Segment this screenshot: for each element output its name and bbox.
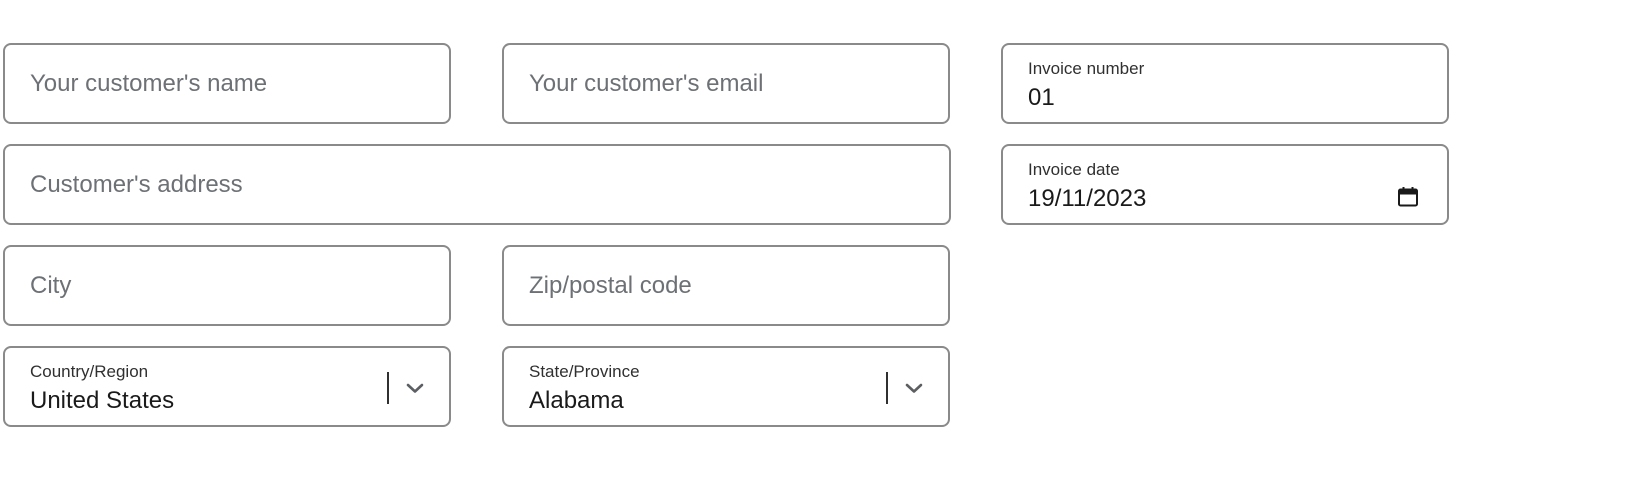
customer-email-placeholder: Your customer's email [529, 70, 764, 97]
customer-address-placeholder: Customer's address [30, 171, 243, 198]
state-label: State/Province [529, 362, 640, 381]
zip-placeholder: Zip/postal code [529, 272, 692, 299]
state-select[interactable]: State/Province Alabama [502, 346, 950, 427]
invoice-number-field[interactable]: Invoice number 01 [1001, 43, 1449, 124]
country-label: Country/Region [30, 362, 149, 381]
invoice-date-field[interactable]: Invoice date 19/11/2023 [1001, 144, 1449, 225]
city-placeholder: City [30, 272, 72, 299]
calendar-icon[interactable] [1397, 186, 1419, 208]
invoice-date-value: 19/11/2023 [1028, 185, 1147, 212]
customer-name-field[interactable]: Your customer's name [3, 43, 451, 124]
city-field[interactable]: City [3, 245, 451, 326]
zip-field[interactable]: Zip/postal code [502, 245, 950, 326]
state-value: Alabama [529, 387, 624, 414]
country-value: United States [30, 387, 175, 414]
chevron-down-icon [406, 383, 424, 393]
chevron-down-icon [905, 383, 923, 393]
invoice-number-value: 01 [1028, 84, 1055, 111]
customer-address-field[interactable]: Customer's address [3, 144, 951, 225]
customer-name-placeholder: Your customer's name [30, 70, 268, 97]
select-divider [886, 372, 888, 404]
invoice-date-label: Invoice date [1028, 160, 1120, 179]
invoice-number-label: Invoice number [1028, 59, 1145, 78]
customer-email-field[interactable]: Your customer's email [502, 43, 950, 124]
select-divider [387, 372, 389, 404]
country-select[interactable]: Country/Region United States [3, 346, 451, 427]
